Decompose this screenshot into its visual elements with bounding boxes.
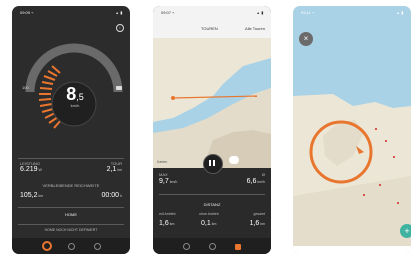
close-icon: × [303, 34, 309, 43]
tour-map[interactable] [153, 38, 271, 168]
status-time: 09:11 ⌁ [301, 10, 315, 15]
tour-value: 2,1km [107, 166, 122, 173]
speed-int: 8 [66, 84, 77, 104]
status-bar: 09:11 ⌁ ▴ ▮ [293, 6, 411, 18]
col2-unit: km [211, 222, 217, 226]
col1-value: 1,6km [159, 220, 174, 227]
max-label: MAX [159, 172, 168, 177]
nav-route-icon[interactable] [94, 243, 101, 250]
route-start-icon [171, 96, 175, 100]
range-value: 105,2km [20, 192, 43, 199]
col1-number: 1,6 [159, 220, 169, 227]
tab-touren[interactable]: TOUREN [201, 26, 218, 31]
home-sub[interactable]: HOME NOCH NICHT DEFINIERT [12, 228, 130, 232]
divider [18, 207, 124, 208]
tour-number: 2,1 [106, 166, 117, 173]
range-time-number: 00:00 [101, 192, 120, 199]
phone-dashboard: 09:09 ⌁ ▴ ▮ i 100 8,5 km/h LEISTUNG TOUR… [12, 6, 130, 254]
battery-icon [116, 86, 122, 90]
divider [18, 224, 124, 225]
range-unit: km [38, 194, 44, 198]
map-credit: Karten [157, 160, 168, 164]
status-bar: 09:07 ⌁ ▴ ▮ [153, 6, 271, 18]
battery-label: 100 [22, 85, 29, 90]
range-time: 00:00h [102, 192, 122, 199]
speed-unit: km/h [70, 103, 80, 108]
nav-speed-icon[interactable] [42, 241, 52, 251]
info-icon[interactable]: i [116, 24, 124, 32]
speed-dec: ,5 [76, 92, 84, 102]
range-label: VERBLEIBENDE REICHWEITE [42, 183, 100, 188]
add-button[interactable]: + [400, 224, 411, 238]
distanz-label: DISTANZ [203, 202, 221, 207]
status-icons: ▴ ▮ [257, 10, 264, 15]
avg-value: 6,6km/h [247, 178, 265, 185]
status-time: 09:09 ⌁ [20, 10, 34, 15]
leistung-number: 6.219 [20, 166, 38, 173]
avg-number: 6,6 [246, 178, 257, 185]
nav-location-icon[interactable] [68, 243, 75, 250]
col3-unit: km [260, 222, 265, 226]
phone-tour: 09:07 ⌁ ▴ ▮ TOUREN Alle Touren Karten MA… [153, 6, 271, 254]
stop-button[interactable] [229, 156, 239, 164]
col1-unit: km [169, 222, 175, 226]
status-icons: ▴ ▮ [397, 10, 404, 15]
avg-label: Ø [261, 172, 265, 177]
col3-number: 1,6 [249, 220, 260, 227]
bottom-nav [12, 238, 130, 254]
avg-unit: km/h [257, 180, 265, 184]
max-unit: km/h [169, 180, 178, 184]
col3-value: 1,6km [250, 220, 265, 227]
bottom-strip [293, 246, 411, 254]
close-button[interactable]: × [299, 32, 313, 46]
phone-location: 09:11 ⌁ ▴ ▮ × + [293, 6, 411, 254]
range-time-unit: h [120, 194, 122, 198]
nav-route-icon[interactable] [235, 244, 241, 250]
plus-icon: + [404, 226, 410, 236]
col2-number: 0,1 [201, 220, 211, 227]
divider [159, 194, 265, 195]
nav-speed-icon[interactable] [183, 243, 190, 250]
status-icons: ▴ ▮ [116, 10, 123, 15]
tab-alle-touren[interactable]: Alle Touren [245, 26, 265, 31]
tour-unit: km [117, 168, 122, 172]
max-value: 9,7km/h [159, 178, 177, 185]
col3-label: gesamt [253, 212, 265, 216]
status-bar: 09:09 ⌁ ▴ ▮ [12, 6, 130, 18]
nav-location-icon[interactable] [209, 243, 216, 250]
max-number: 9,7 [159, 178, 169, 185]
range-number: 105,2 [20, 192, 38, 199]
tour-header: 09:07 ⌁ ▴ ▮ TOUREN Alle Touren [153, 6, 271, 38]
col1-label: mit Antrieb [159, 212, 176, 216]
speed-readout: 8,5 km/h [56, 84, 94, 108]
leistung-unit: W [38, 168, 42, 172]
col2-label: ohne Antrieb [199, 212, 219, 216]
bottom-nav [153, 238, 271, 254]
pause-icon [209, 160, 215, 166]
home-label: HOME [65, 212, 77, 217]
leistung-value: 6.219W [20, 166, 42, 173]
col2-value: 0,1km [201, 220, 216, 227]
status-time: 09:07 ⌁ [161, 10, 175, 15]
divider [18, 158, 124, 159]
